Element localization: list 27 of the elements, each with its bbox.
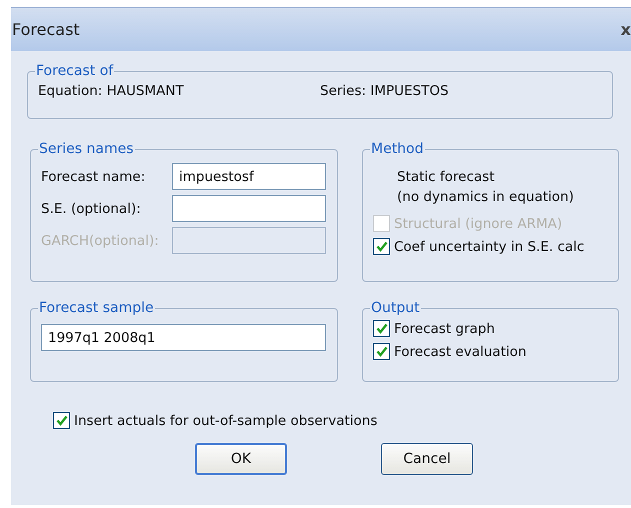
checkbox[interactable]: [373, 238, 390, 255]
input-field[interactable]: [172, 195, 326, 222]
checkbox-label[interactable]: Insert actuals for out-of-sample observations: [74, 412, 378, 428]
checkbox[interactable]: [373, 343, 390, 360]
checkbox-label[interactable]: Coef uncertainty in S.E. calc: [394, 238, 584, 254]
method-description: (no dynamics in equation): [397, 188, 575, 207]
checkbox[interactable]: [373, 320, 390, 337]
field-label: S.E. (optional):: [41, 200, 142, 216]
group-title: Forecast sample: [38, 300, 155, 316]
field-label: GARCH(optional):: [41, 232, 160, 248]
cancel-button[interactable]: Cancel: [381, 443, 473, 475]
series-label: Series: IMPUESTOS: [320, 83, 449, 99]
field-label: Forecast name:: [41, 168, 146, 184]
window-title: Forecast: [11, 20, 80, 39]
close-button[interactable]: x: [620, 20, 631, 39]
group-title: Series names: [38, 141, 134, 157]
checkbox-label[interactable]: Forecast evaluation: [394, 344, 526, 360]
group-title: Method: [370, 141, 425, 157]
checkbox[interactable]: [53, 412, 70, 429]
checkbox-label[interactable]: Forecast graph: [394, 320, 495, 336]
ok-button[interactable]: OK: [195, 443, 287, 475]
input-field[interactable]: impuestosf: [172, 163, 326, 190]
sample-field[interactable]: 1997q1 2008q1: [41, 324, 326, 351]
method-description: Static forecast: [397, 168, 496, 187]
equation-label: Equation: HAUSMANT: [38, 83, 185, 99]
group-title: Forecast of: [35, 63, 114, 79]
group-title: Output: [370, 300, 421, 316]
